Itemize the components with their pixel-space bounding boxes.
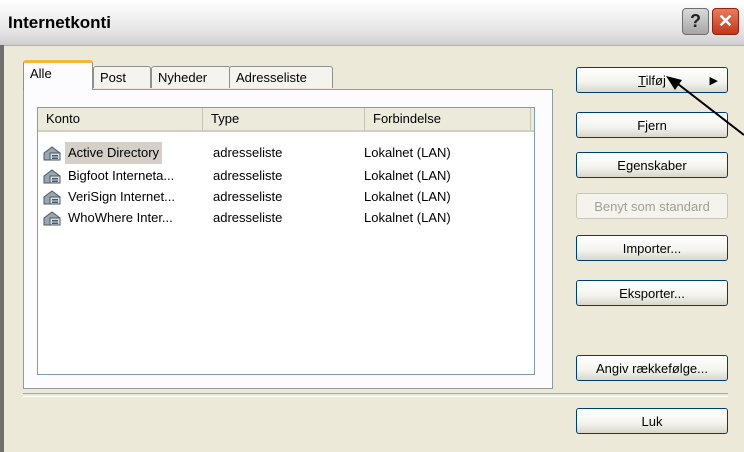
account-connection: Lokalnet (LAN) [364,168,451,183]
tab-directory-service[interactable]: Adresseliste [229,66,333,88]
account-name: Bigfoot Interneta... [68,168,175,183]
column-header-account[interactable]: Konto [38,108,203,130]
account-row[interactable]: VeriSign Internet... adresseliste Lokaln… [38,186,534,208]
directory-service-icon [43,169,61,184]
close-window-button[interactable]: ✕ [712,8,739,35]
account-connection: Lokalnet (LAN) [364,145,451,160]
title-bar[interactable]: Internetkonti ? ✕ [0,0,744,46]
account-row[interactable]: Bigfoot Interneta... adresseliste Lokaln… [38,165,534,187]
column-header-type[interactable]: Type [203,108,365,130]
account-name: Active Directory [65,142,163,164]
account-name: WhoWhere Inter... [68,210,173,225]
window-frame-left [0,45,4,452]
tab-news[interactable]: Nyheder [151,66,231,88]
export-button[interactable]: Eksporter... [576,280,728,306]
properties-button[interactable]: Egenskaber [576,152,728,178]
account-type: adresseliste [213,189,283,204]
close-icon: ✕ [717,11,734,31]
directory-service-icon [43,190,61,205]
account-name: VeriSign Internet... [68,189,175,204]
submenu-arrow-icon: ▶ [709,75,718,87]
window-title: Internetkonti [8,13,111,32]
tab-all[interactable]: Alle [23,60,93,90]
account-type: adresseliste [213,145,283,160]
column-header-connection[interactable]: Forbindelse [365,108,531,130]
account-row[interactable]: WhoWhere Inter... adresseliste Lokalnet … [38,207,534,229]
add-button-label: Tilføj [638,72,666,88]
account-type: adresseliste [213,168,283,183]
account-type: adresseliste [213,210,283,225]
account-connection: Lokalnet (LAN) [364,189,451,204]
help-icon: ? [690,11,701,31]
add-button[interactable]: Tilføj ▶ [576,67,728,93]
set-as-default-button[interactable]: Benyt som standard [576,193,728,219]
set-order-button[interactable]: Angiv rækkefølge... [576,355,728,381]
list-header: Konto Type Forbindelse [38,108,534,132]
directory-service-icon [43,211,61,226]
accounts-list[interactable]: Konto Type Forbindelse Active Directory … [37,107,535,375]
help-button[interactable]: ? [682,8,709,35]
account-connection: Lokalnet (LAN) [364,210,451,225]
separator [23,393,728,397]
account-row[interactable]: Active Directory adresseliste Lokalnet (… [38,142,534,164]
remove-button[interactable]: Fjern [576,112,728,138]
close-button[interactable]: Luk [576,408,728,434]
directory-service-icon [43,146,61,161]
internet-accounts-dialog: Internetkonti ? ✕ Alle Post Nyheder Adre… [0,0,744,452]
import-button[interactable]: Importer... [576,235,728,261]
tab-mail[interactable]: Post [93,66,151,88]
